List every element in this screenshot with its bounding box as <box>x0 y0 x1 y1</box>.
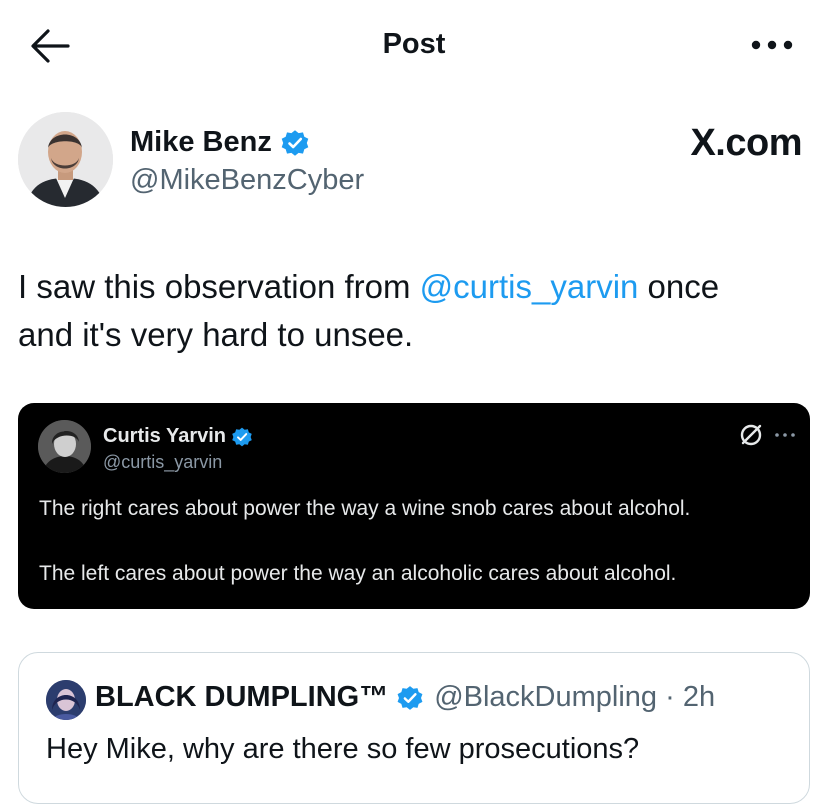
post-text-part: once <box>638 268 720 305</box>
embedded-author-handle: @curtis_yarvin <box>103 452 223 472</box>
reply-author-name[interactable]: BLACK DUMPLING™ <box>95 681 388 714</box>
page-title: Post <box>382 28 446 60</box>
embedded-author-name: Curtis Yarvin <box>103 425 227 447</box>
reply-text: Hey Mike, why are there so few prosecuti… <box>46 733 640 765</box>
post-text: I saw this observation from @curtis_yarv… <box>18 263 808 359</box>
embedded-author-avatar <box>38 420 91 473</box>
verified-badge-icon <box>281 129 309 156</box>
author-name[interactable]: Mike Benz <box>130 126 272 159</box>
mention-link[interactable]: @curtis_yarvin <box>420 268 639 305</box>
embedded-tweet-line: The left cares about power the way an al… <box>39 562 677 585</box>
reply-handle-time: @BlackDumpling · 2h <box>434 681 716 713</box>
reply-header: BLACK DUMPLING™ @BlackDumpling · 2h <box>95 681 715 714</box>
more-horizontal-icon <box>775 433 795 437</box>
embedded-tweet-line: The right cares about power the way a wi… <box>39 497 691 520</box>
embedded-tweet-image[interactable]: Curtis Yarvin @curtis_yarvin The right c… <box>18 403 810 609</box>
post-text-line: and it's very hard to unsee. <box>18 316 414 353</box>
author-avatar[interactable] <box>18 112 113 207</box>
embedded-name-row: Curtis Yarvin <box>103 425 253 448</box>
post-text-part: I saw this observation from <box>18 268 420 305</box>
xcom-watermark: X.com <box>690 122 802 164</box>
post-author: Mike Benz @MikeBenzCyber X.com <box>18 112 808 212</box>
top-bar: Post <box>0 0 828 90</box>
slashed-circle-icon <box>740 424 762 446</box>
author-name-row: Mike Benz <box>130 126 310 159</box>
reply-author-avatar[interactable] <box>46 680 86 720</box>
reply-card[interactable]: BLACK DUMPLING™ @BlackDumpling · 2h Hey … <box>18 652 810 804</box>
more-options-button[interactable] <box>746 28 798 62</box>
author-handle[interactable]: @MikeBenzCyber <box>130 164 364 197</box>
verified-badge-icon <box>232 427 252 446</box>
more-horizontal-icon <box>751 40 793 50</box>
verified-badge-icon <box>397 685 423 710</box>
